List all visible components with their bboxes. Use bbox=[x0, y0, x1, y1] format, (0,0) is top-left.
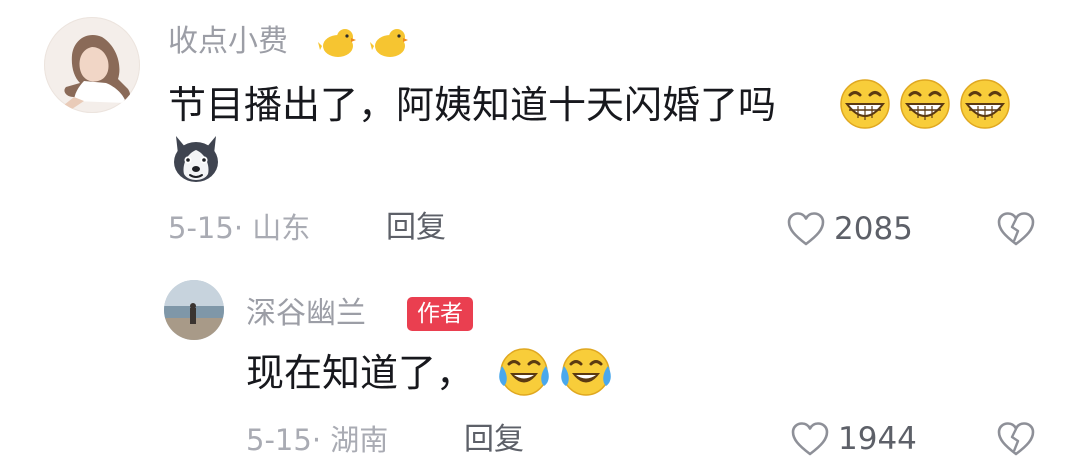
grin-emoji bbox=[900, 79, 950, 129]
avatar-illustration bbox=[64, 35, 131, 109]
reply-text: 现在知道了， bbox=[246, 348, 474, 398]
reply-reply-button[interactable]: 回复 bbox=[464, 420, 524, 460]
duck-emoji bbox=[318, 29, 356, 57]
grin-emoji bbox=[960, 79, 1010, 129]
avatar-photo bbox=[164, 280, 224, 340]
reply-button[interactable]: 回复 bbox=[386, 208, 446, 248]
duck-emoji bbox=[370, 29, 408, 57]
heart-outline-icon[interactable] bbox=[790, 421, 830, 457]
heart-outline-icon[interactable] bbox=[786, 211, 826, 247]
laugh-cry-emoji bbox=[499, 348, 549, 396]
author-badge: 作者 bbox=[407, 297, 473, 331]
comment-date-location: 5-15· 山东 bbox=[168, 211, 311, 245]
replier-avatar[interactable] bbox=[164, 280, 224, 340]
replier-username[interactable]: 深谷幽兰 bbox=[246, 294, 366, 334]
broken-heart-icon[interactable] bbox=[996, 211, 1036, 247]
comment-text-body: 节目播出了，阿姨知道十天闪婚了吗 bbox=[168, 83, 777, 127]
reply-text-body: 现在知道了， bbox=[246, 351, 475, 395]
laugh-cry-emoji bbox=[561, 348, 611, 396]
husky-emoji bbox=[174, 136, 218, 182]
reply-like-count: 1944 bbox=[838, 421, 917, 457]
broken-heart-icon[interactable] bbox=[996, 421, 1036, 457]
commenter-username[interactable]: 收点小费 bbox=[168, 22, 288, 62]
reply-date-location: 5-15· 湖南 bbox=[246, 423, 389, 457]
comment-like-count: 2085 bbox=[834, 211, 913, 247]
commenter-avatar[interactable] bbox=[44, 17, 140, 113]
grin-emoji bbox=[840, 79, 890, 129]
comment-text: 节目播出了，阿姨知道十天闪婚了吗 bbox=[168, 80, 776, 130]
